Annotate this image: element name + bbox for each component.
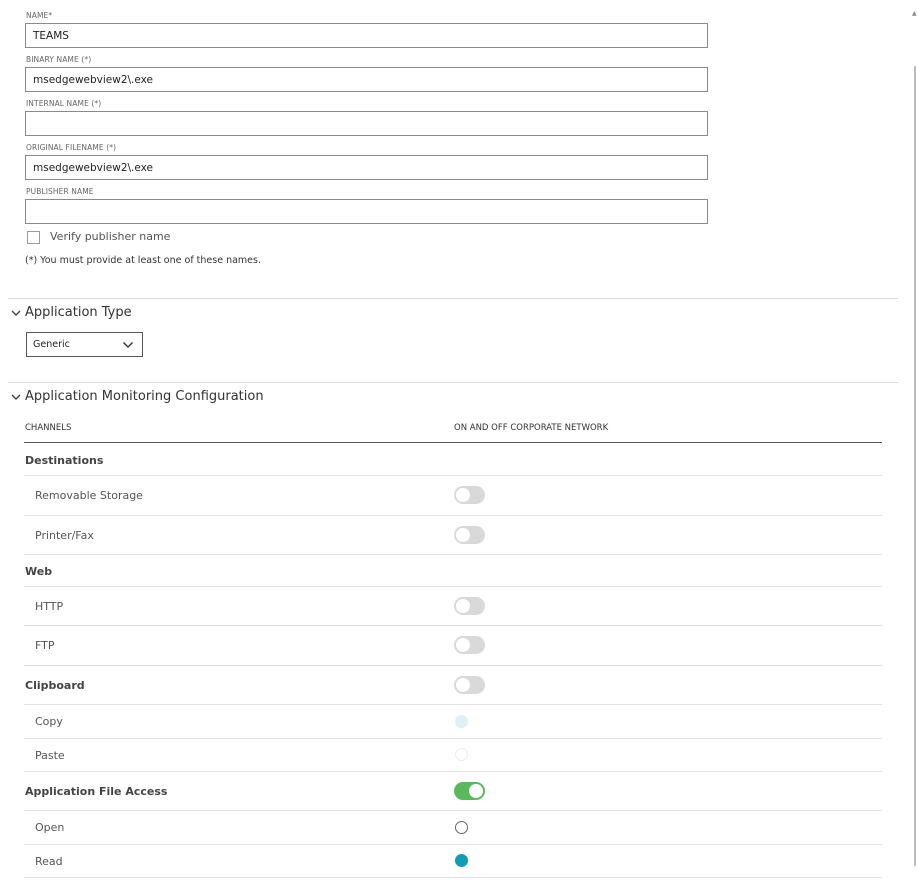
toggle-knob: [456, 528, 470, 542]
toggle-knob: [456, 488, 470, 502]
internal-name-input[interactable]: [25, 111, 708, 136]
section-divider: [8, 298, 898, 299]
chevron-down-icon: [11, 394, 21, 400]
monitoring-title: Application Monitoring Configuration: [25, 389, 264, 404]
channel-group-label: Web: [25, 565, 53, 578]
channel-toggle[interactable]: [454, 526, 485, 544]
column-header-network: ON AND OFF CORPORATE NETWORK: [454, 423, 609, 433]
chevron-down-icon: [11, 310, 21, 316]
binary-name-input[interactable]: [25, 67, 708, 92]
scrollbar-thumb[interactable]: [914, 66, 916, 866]
row-divider: [24, 625, 882, 626]
row-divider: [24, 475, 882, 476]
channel-toggle[interactable]: [454, 676, 485, 694]
channel-label: Open: [35, 821, 65, 834]
channel-label: Removable Storage: [35, 489, 143, 502]
row-divider: [24, 810, 882, 811]
toggle-knob: [456, 678, 470, 692]
channel-toggle[interactable]: [454, 486, 485, 504]
row-divider: [24, 586, 882, 587]
channel-label: Printer/Fax: [35, 529, 94, 542]
application-type-selected-value: Generic: [33, 339, 70, 350]
internal-name-label: INTERNAL NAME (*): [26, 99, 102, 108]
row-divider: [24, 515, 882, 516]
row-divider: [24, 704, 882, 705]
channel-label: Read: [35, 855, 63, 868]
channel-label: Paste: [35, 749, 65, 762]
toggle-knob: [456, 599, 470, 613]
row-divider: [24, 554, 882, 555]
monitoring-section-header[interactable]: Application Monitoring Configuration: [10, 389, 264, 404]
row-divider: [24, 771, 882, 772]
original-filename-label: ORIGINAL FILENAME (*): [26, 143, 117, 152]
toggle-knob: [469, 784, 483, 798]
verify-publisher-label: Verify publisher name: [50, 230, 171, 243]
binary-name-label: BINARY NAME (*): [26, 55, 92, 64]
verify-publisher-checkbox[interactable]: [27, 231, 40, 244]
channel-radio[interactable]: [455, 854, 468, 867]
application-type-section-header[interactable]: Application Type: [10, 305, 132, 320]
channel-toggle[interactable]: [454, 636, 485, 654]
publisher-name-label: PUBLISHER NAME: [26, 187, 94, 196]
row-divider: [24, 877, 882, 878]
channel-label: Copy: [35, 715, 63, 728]
chevron-down-icon: [123, 341, 133, 348]
channel-label: FTP: [35, 639, 55, 652]
publisher-name-input[interactable]: [25, 199, 708, 224]
channel-group-label: Destinations: [25, 454, 104, 467]
row-divider: [24, 738, 882, 739]
original-filename-input[interactable]: [25, 155, 708, 180]
name-input[interactable]: [25, 23, 708, 48]
name-label: NAME*: [26, 11, 53, 20]
channel-toggle[interactable]: [454, 782, 485, 800]
channel-radio[interactable]: [455, 821, 468, 834]
application-type-select[interactable]: Generic: [26, 332, 143, 357]
channel-toggle[interactable]: [454, 597, 485, 615]
channel-radio[interactable]: [455, 715, 468, 728]
scroll-up-arrow-icon[interactable]: ▲: [912, 10, 917, 17]
column-header-channels: CHANNELS: [25, 423, 72, 433]
application-type-title: Application Type: [25, 305, 132, 320]
channel-radio[interactable]: [455, 748, 468, 761]
row-divider: [24, 844, 882, 845]
channel-group-label: Clipboard: [25, 679, 85, 692]
names-required-note: (*) You must provide at least one of the…: [25, 255, 261, 266]
table-header-rule: [24, 442, 882, 443]
channel-label: HTTP: [35, 600, 64, 613]
channel-group-label: Application File Access: [25, 785, 168, 798]
section-divider: [8, 382, 898, 383]
row-divider: [24, 665, 882, 666]
toggle-knob: [456, 638, 470, 652]
